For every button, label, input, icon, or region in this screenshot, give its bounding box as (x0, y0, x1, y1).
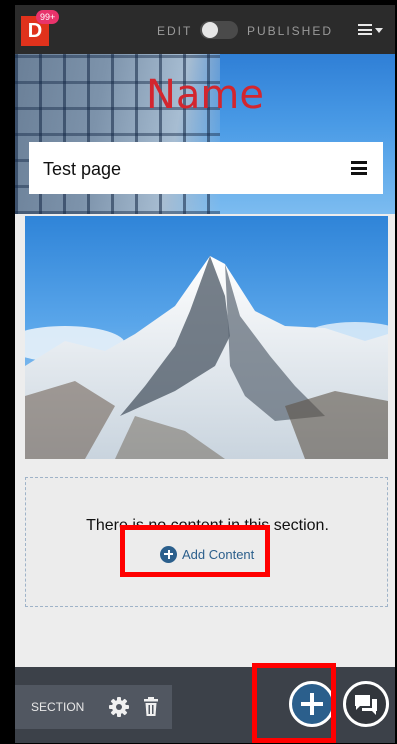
chat-icon (355, 695, 377, 715)
section-delete-button[interactable] (136, 692, 166, 722)
trash-icon (144, 697, 158, 716)
page-title[interactable]: Test page (43, 159, 121, 180)
highlight-add-section (252, 663, 336, 743)
site-title[interactable]: Name (15, 72, 395, 118)
mountain-illustration (25, 256, 388, 459)
bottom-toolbar: SECTION (15, 667, 395, 743)
edit-label: EDIT (157, 24, 193, 38)
phone-screen: D 99+ EDIT PUBLISHED Name Test page Ther… (15, 5, 395, 743)
published-label: PUBLISHED (247, 24, 334, 38)
mountain-image[interactable] (25, 216, 388, 459)
main-menu-button[interactable] (350, 17, 390, 43)
top-bar: D 99+ EDIT PUBLISHED (15, 5, 395, 54)
notification-badge[interactable]: 99+ (36, 10, 60, 24)
edit-publish-toggle[interactable] (200, 21, 238, 39)
gear-icon (109, 697, 129, 717)
caret-down-icon (375, 28, 383, 33)
toggle-knob (202, 22, 218, 38)
section-settings-button[interactable] (104, 692, 134, 722)
hero-banner: Name Test page (15, 54, 395, 214)
section-tools: SECTION (15, 685, 172, 729)
hamburger-menu-icon (358, 24, 372, 35)
page-menu-icon[interactable] (351, 161, 367, 175)
page-nav-bar: Test page (29, 142, 383, 194)
chat-button[interactable] (343, 681, 389, 727)
highlight-add-content (120, 525, 270, 577)
section-label: SECTION (31, 700, 85, 714)
